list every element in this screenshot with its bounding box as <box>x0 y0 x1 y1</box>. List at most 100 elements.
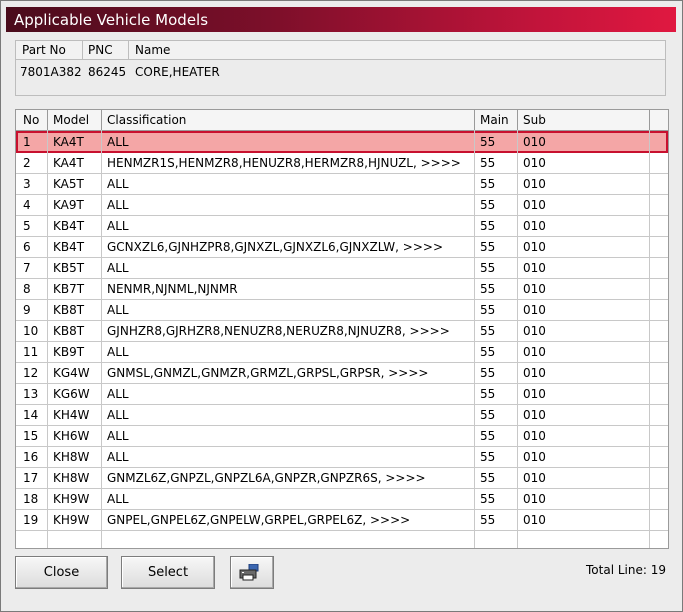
cell-classification: GNMZL6Z,GNPZL,GNPZL6A,GNPZR,GNPZR6S, >>>… <box>107 471 426 485</box>
cell-main: 55 <box>480 408 496 422</box>
cell-model: KH8W <box>53 450 90 464</box>
cell-no: 4 <box>23 198 31 212</box>
cell-no: 17 <box>23 471 39 485</box>
cell-sub: 010 <box>523 177 546 191</box>
cell-main: 55 <box>480 261 496 275</box>
cell-model: KH9W <box>53 513 90 527</box>
cell-model: KH6W <box>53 429 90 443</box>
header-main[interactable]: Main <box>480 113 509 127</box>
cell-sub: 010 <box>523 240 546 254</box>
cell-main: 55 <box>480 471 496 485</box>
cell-model: KB5T <box>53 261 85 275</box>
cell-classification: HENMZR1S,HENMZR8,HENUZR8,HERMZR8,HJNUZL,… <box>107 156 461 170</box>
cell-main: 55 <box>480 324 496 338</box>
table-row[interactable]: 13 KG6W ALL 55 010 <box>16 383 668 405</box>
column-divider <box>82 41 83 59</box>
cell-main: 55 <box>480 387 496 401</box>
table-row[interactable]: 8 KB7T NENMR,NJNML,NJNMR 55 010 <box>16 278 668 300</box>
cell-sub: 010 <box>523 366 546 380</box>
cell-model: KB8T <box>53 303 85 317</box>
table-row[interactable]: 3 KA5T ALL 55 010 <box>16 173 668 195</box>
table-row[interactable]: 19 KH9W GNPEL,GNPEL6Z,GNPELW,GRPEL,GRPEL6Z… <box>16 509 668 531</box>
vehicle-models-table[interactable]: No Model Classification Main Sub 1 KA4T AL… <box>15 109 669 549</box>
name-header: Name <box>135 43 171 57</box>
cell-model: KH8W <box>53 471 90 485</box>
table-row[interactable]: 17 KH8W GNMZL6Z,GNPZL,GNPZL6A,GNPZR,GNPZR6… <box>16 467 668 489</box>
table-row[interactable]: 7 KB5T ALL 55 010 <box>16 257 668 279</box>
cell-classification: ALL <box>107 429 129 443</box>
header-divider <box>517 110 518 130</box>
cell-main: 55 <box>480 240 496 254</box>
table-row[interactable]: 15 KH6W ALL 55 010 <box>16 425 668 447</box>
cell-sub: 010 <box>523 408 546 422</box>
cell-classification: ALL <box>107 408 129 422</box>
cell-main: 55 <box>480 282 496 296</box>
close-button[interactable]: Close <box>15 556 108 589</box>
table-row[interactable]: 14 KH4W ALL 55 010 <box>16 404 668 426</box>
cell-sub: 010 <box>523 303 546 317</box>
table-row[interactable]: 18 KH9W ALL 55 010 <box>16 488 668 510</box>
cell-sub: 010 <box>523 450 546 464</box>
header-divider <box>101 110 102 130</box>
cell-classification: ALL <box>107 450 129 464</box>
cell-main: 55 <box>480 156 496 170</box>
header-classification[interactable]: Classification <box>107 113 186 127</box>
table-row[interactable]: 4 KA9T ALL 55 010 <box>16 194 668 216</box>
cell-main: 55 <box>480 345 496 359</box>
table-row[interactable]: 2 KA4T HENMZR1S,HENMZR8,HENUZR8,HERMZR8,HJ… <box>16 152 668 174</box>
part-info-panel: Part No PNC Name 7801A382 86245 CORE,HEA… <box>15 40 666 96</box>
column-line <box>101 130 102 548</box>
cell-classification: ALL <box>107 219 129 233</box>
cell-no: 15 <box>23 429 39 443</box>
cell-model: KH9W <box>53 492 90 506</box>
cell-classification: ALL <box>107 303 129 317</box>
table-row[interactable]: 1 KA4T ALL 55 010 <box>16 131 668 153</box>
header-divider <box>649 110 650 130</box>
cell-no: 5 <box>23 219 31 233</box>
total-line-label: Total Line: 19 <box>586 563 666 577</box>
cell-no: 3 <box>23 177 31 191</box>
cell-model: KA4T <box>53 156 84 170</box>
header-no[interactable]: No <box>23 113 39 127</box>
cell-sub: 010 <box>523 282 546 296</box>
table-row[interactable]: 12 KG4W GNMSL,GNMZL,GNMZR,GRMZL,GRPSL,GRPS… <box>16 362 668 384</box>
name-value: CORE,HEATER <box>135 65 220 79</box>
cell-model: KB4T <box>53 219 85 233</box>
cell-model: KA5T <box>53 177 84 191</box>
cell-classification: GNPEL,GNPEL6Z,GNPELW,GRPEL,GRPEL6Z, >>>> <box>107 513 411 527</box>
cell-no: 12 <box>23 366 39 380</box>
cell-classification: GCNXZL6,GJNHZPR8,GJNXZL,GJNXZL6,GJNXZLW,… <box>107 240 444 254</box>
cell-no: 13 <box>23 387 39 401</box>
cell-classification: ALL <box>107 198 129 212</box>
table-row[interactable]: 16 KH8W ALL 55 010 <box>16 446 668 468</box>
table-row[interactable]: 11 KB9T ALL 55 010 <box>16 341 668 363</box>
cell-no: 19 <box>23 513 39 527</box>
cell-sub: 010 <box>523 492 546 506</box>
cell-model: KB8T <box>53 324 85 338</box>
cell-sub: 010 <box>523 324 546 338</box>
cell-model: KH4W <box>53 408 90 422</box>
cell-main: 55 <box>480 450 496 464</box>
cell-no: 8 <box>23 282 31 296</box>
title-bar: Applicable Vehicle Models <box>6 7 676 32</box>
header-divider <box>474 110 475 130</box>
select-button[interactable]: Select <box>121 556 215 589</box>
print-button[interactable] <box>230 556 274 589</box>
cell-no: 11 <box>23 345 39 359</box>
table-header: No Model Classification Main Sub <box>16 110 668 131</box>
cell-main: 55 <box>480 429 496 443</box>
table-row[interactable]: 6 KB4T GCNXZL6,GJNHZPR8,GJNXZL,GJNXZL6,GJN… <box>16 236 668 258</box>
column-line <box>649 130 650 548</box>
cell-model: KB4T <box>53 240 85 254</box>
cell-sub: 010 <box>523 261 546 275</box>
table-row[interactable]: 9 KB8T ALL 55 010 <box>16 299 668 321</box>
column-line <box>47 130 48 548</box>
header-sub[interactable]: Sub <box>523 113 546 127</box>
cell-main: 55 <box>480 177 496 191</box>
cell-no: 14 <box>23 408 39 422</box>
part-no-header: Part No <box>22 43 66 57</box>
table-row[interactable]: 5 KB4T ALL 55 010 <box>16 215 668 237</box>
header-model[interactable]: Model <box>53 113 89 127</box>
table-row[interactable]: 10 KB8T GJNHZR8,GJRHZR8,NENUZR8,NERUZR8,NJ… <box>16 320 668 342</box>
cell-sub: 010 <box>523 471 546 485</box>
